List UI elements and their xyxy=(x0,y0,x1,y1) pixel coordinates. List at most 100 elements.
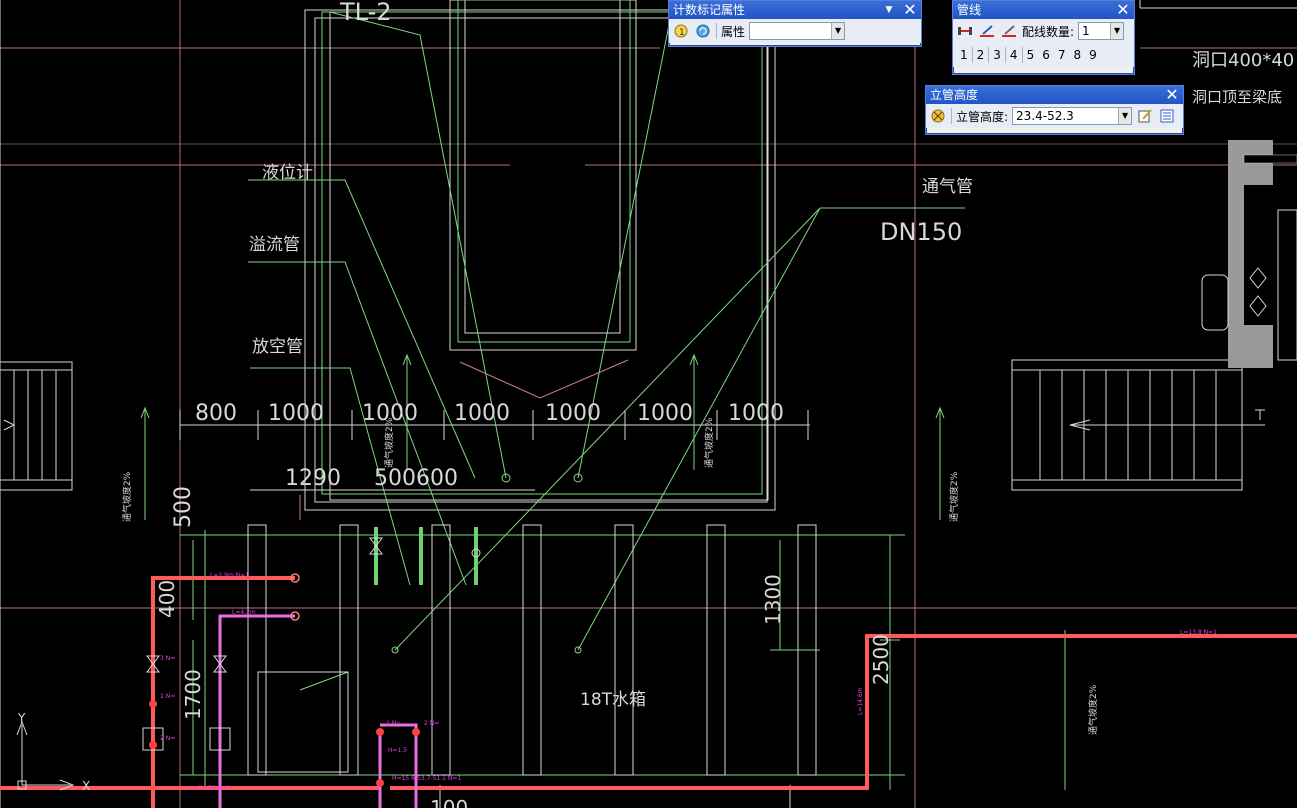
number-button-1[interactable]: 1 xyxy=(956,48,972,62)
dim-1290: 1290 xyxy=(285,466,341,491)
label-level-gauge: 液位计 xyxy=(262,163,313,183)
axis-x-label: X xyxy=(82,779,90,793)
dim-top-0: 800 xyxy=(195,401,237,426)
number-button-3[interactable]: 3 xyxy=(989,48,1005,62)
dim-top-3: 1000 xyxy=(454,401,510,426)
label-hole-size: 洞口400*40 xyxy=(1192,50,1294,71)
svg-text:L=2.9m N=1: L=2.9m N=1 xyxy=(210,572,249,579)
toolbar-titlebar[interactable]: 管线 ✕ xyxy=(953,1,1134,19)
pipe-annotations: L=2.9m N=1 L=4.2m 3 N= 1 N= 2 N= 1 N= 2 … xyxy=(160,572,1217,792)
wire-count-value: 1 xyxy=(1082,24,1090,38)
riser-height-value: 23.4-52.3 xyxy=(1016,109,1074,123)
green-risers xyxy=(374,527,478,585)
edit-note-icon[interactable] xyxy=(1136,107,1154,125)
slope-label-right: 通气坡度2% xyxy=(948,471,960,522)
number-button-2[interactable]: 2 xyxy=(973,48,989,62)
toolbar-title: 计数标记属性 xyxy=(673,3,746,17)
riser-height-label: 立管高度: xyxy=(956,109,1009,124)
number-button-7[interactable]: 7 xyxy=(1054,48,1070,62)
svg-text:3 N=: 3 N= xyxy=(160,655,175,662)
svg-text:L=13.8 N=1: L=13.8 N=1 xyxy=(1180,629,1217,636)
slope-label-mid: 通气坡度2% xyxy=(703,417,715,468)
attr-select[interactable]: ▼ xyxy=(749,22,846,40)
label-vent-pipe: 放空管 xyxy=(252,337,303,357)
label-breather-pipe: 通气管 xyxy=(922,177,973,197)
toolbar-body: 立管高度: 23.4-52.3 ▼ xyxy=(926,104,1183,128)
dim-top-1: 1000 xyxy=(268,401,324,426)
label-tl2: TL-2 xyxy=(339,0,392,26)
svg-text:H=15.6-53.7-51.1 N=1: H=15.6-53.7-51.1 N=1 xyxy=(392,775,461,782)
svg-text:2 N=: 2 N= xyxy=(424,720,439,727)
toolbar-body-row2: 1 2 3 4 5 6 7 8 9 xyxy=(953,43,1134,67)
toolbar-titlebar[interactable]: 计数标记属性 ▼ ✕ xyxy=(669,1,921,19)
stair-left xyxy=(0,361,73,491)
dim-top-4: 1000 xyxy=(545,401,601,426)
close-icon[interactable]: ✕ xyxy=(1163,86,1181,104)
close-icon[interactable]: ✕ xyxy=(901,1,919,19)
svg-text:1 N=: 1 N= xyxy=(160,693,175,700)
number-button-9[interactable]: 9 xyxy=(1085,48,1101,62)
label-dn150: DN150 xyxy=(880,218,962,246)
ucs-axis-icon xyxy=(16,720,75,791)
info-badge-icon[interactable]: 1 xyxy=(672,22,690,40)
toolbar-separator xyxy=(951,108,952,124)
wire-count-label: 配线数量: xyxy=(1022,24,1075,39)
toolbar-title: 管线 xyxy=(957,3,982,17)
stair-right xyxy=(1011,359,1265,491)
dim-1700: 1700 xyxy=(181,669,205,720)
dim-500: 500 xyxy=(171,486,196,528)
riser-height-select[interactable]: 23.4-52.3 ▼ xyxy=(1012,107,1133,125)
dim-1300: 1300 xyxy=(761,574,785,625)
dim-bottom: 100 xyxy=(430,796,468,808)
toolbar-options-dropdown-icon[interactable]: ▼ xyxy=(883,1,895,19)
svg-text:1: 1 xyxy=(679,28,685,38)
pipe-line-icon[interactable] xyxy=(956,22,974,40)
riser-height-toolbar[interactable]: 立管高度 ✕ 立管高度: 23.4-52.3 ▼ xyxy=(925,85,1184,135)
riser-target-icon[interactable] xyxy=(929,107,947,125)
dim-400: 400 xyxy=(155,580,179,618)
list-icon[interactable] xyxy=(1158,107,1176,125)
wire-count-select[interactable]: 1 ▼ xyxy=(1078,22,1125,40)
slope-label-center: 通气坡度2% xyxy=(383,417,395,468)
pipeline-toolbar[interactable]: 管线 ✕ 配线数量: 1 ▼ 1 2 3 4 5 6 7 8 9 xyxy=(952,0,1135,75)
label-overflow-pipe: 溢流管 xyxy=(249,235,300,255)
close-icon[interactable]: ✕ xyxy=(1114,1,1132,19)
slope-label-left: 通气坡度2% xyxy=(121,471,133,522)
chevron-down-icon[interactable]: ▼ xyxy=(831,23,845,39)
slope-label-lower: 通气坡度2% xyxy=(1087,684,1099,735)
chevron-down-icon[interactable]: ▼ xyxy=(1118,108,1132,124)
number-button-8[interactable]: 8 xyxy=(1069,48,1085,62)
number-button-5[interactable]: 5 xyxy=(1023,48,1039,62)
tank-top-slope xyxy=(299,359,629,520)
number-button-4[interactable]: 4 xyxy=(1006,48,1022,62)
pipe-edit-icon[interactable] xyxy=(1000,22,1018,40)
svg-text:2 N=: 2 N= xyxy=(160,735,175,742)
svg-text:L=14.6m: L=14.6m xyxy=(857,687,864,715)
pipe-pencil-icon[interactable] xyxy=(978,22,996,40)
column-right xyxy=(1201,140,1297,368)
svg-text:H=1.5: H=1.5 xyxy=(388,747,407,754)
label-hole-top: 洞口顶至梁底 xyxy=(1192,88,1282,106)
dim-top-5: 1000 xyxy=(637,401,693,426)
toolbar-title: 立管高度 xyxy=(930,88,979,102)
count-mark-toolbar[interactable]: 计数标记属性 ▼ ✕ 1 属性 ▼ xyxy=(668,0,922,47)
label-tank: 18T水箱 xyxy=(580,690,646,710)
toolbar-body-row1: 配线数量: 1 ▼ xyxy=(953,19,1134,43)
axis-y-label: Y xyxy=(17,711,26,725)
toolbar-titlebar[interactable]: 立管高度 ✕ xyxy=(926,86,1183,104)
refresh-icon[interactable] xyxy=(694,22,712,40)
dim-2500: 2500 xyxy=(869,634,893,685)
chevron-down-icon[interactable]: ▼ xyxy=(1110,23,1124,39)
toolbar-body: 1 属性 ▼ xyxy=(669,19,921,43)
attr-label: 属性 xyxy=(721,24,746,39)
dim-500600: 500600 xyxy=(374,466,458,491)
svg-text:L=34.78 N=1: L=34.78 N=1 xyxy=(190,785,231,792)
toolbar-separator xyxy=(716,23,717,39)
number-button-6[interactable]: 6 xyxy=(1038,48,1054,62)
pipe-fittings xyxy=(142,473,583,787)
tank-columns xyxy=(247,524,817,808)
dim-top-6: 1000 xyxy=(728,401,784,426)
magenta-pipes xyxy=(218,614,418,808)
svg-text:L=4.2m: L=4.2m xyxy=(232,609,256,616)
svg-text:1 N=: 1 N= xyxy=(386,720,401,727)
